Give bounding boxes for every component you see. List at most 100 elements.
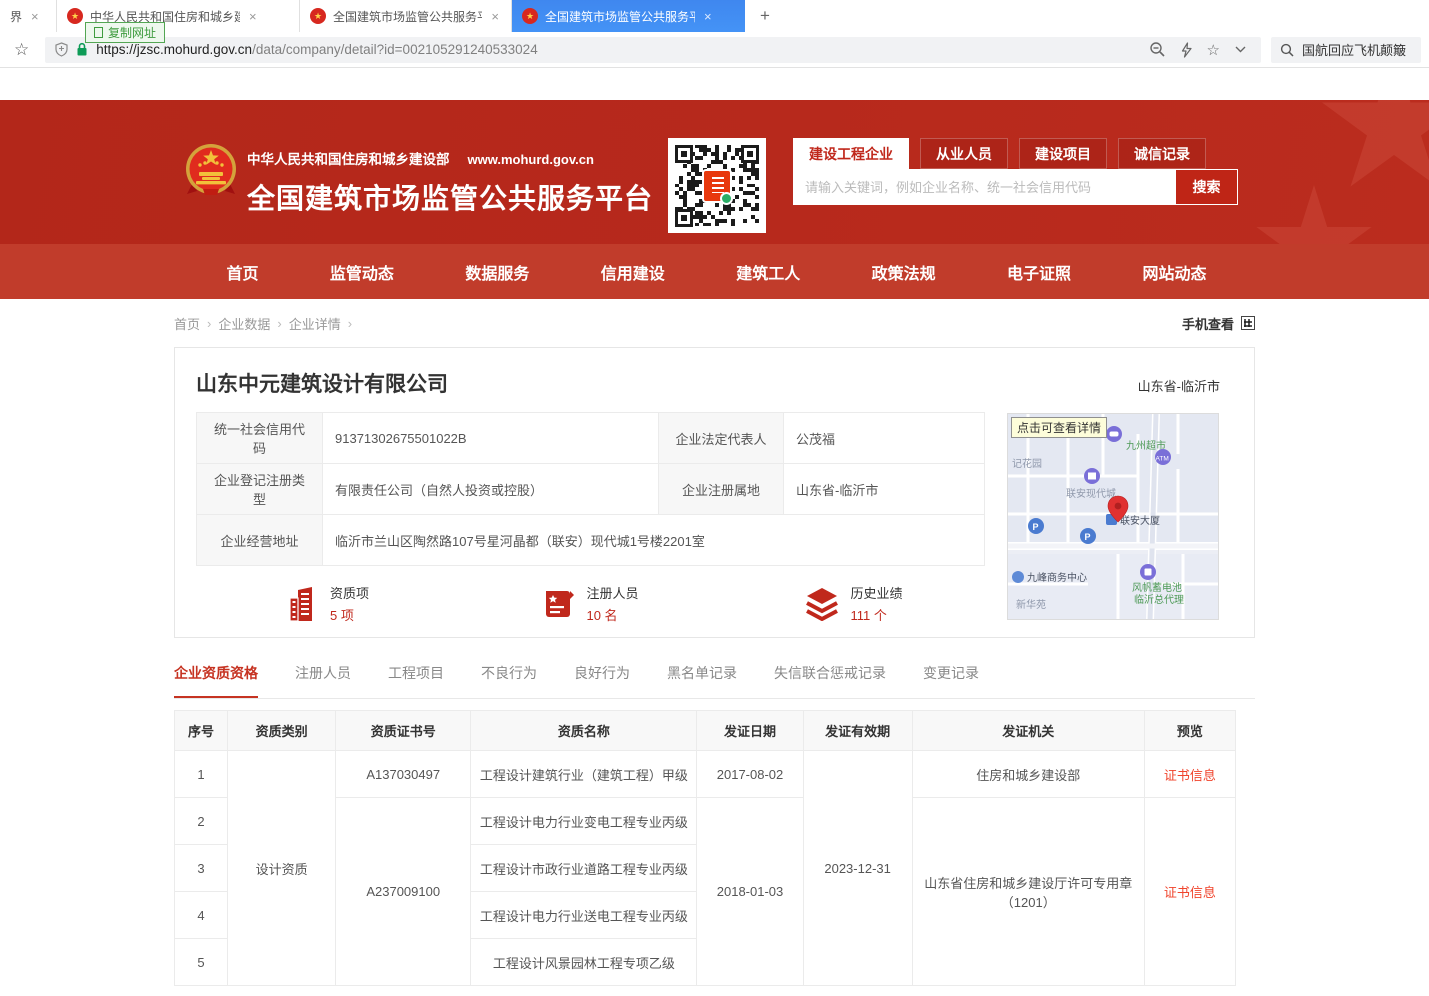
copy-icon bbox=[94, 27, 103, 38]
tab-registered-personnel[interactable]: 注册人员 bbox=[295, 663, 351, 698]
breadcrumb-separator: › bbox=[207, 316, 211, 331]
close-icon[interactable]: × bbox=[489, 9, 501, 24]
tab-bad-behavior[interactable]: 不良行为 bbox=[481, 663, 537, 698]
location-map[interactable]: 点击可查看详情 九州超市 ATM 记花园 bbox=[1007, 413, 1219, 620]
info-label: 企业法定代表人 bbox=[659, 413, 784, 464]
cell-category: 设计资质 bbox=[228, 751, 336, 986]
certificate-info-link[interactable]: 证书信息 bbox=[1144, 751, 1235, 798]
url-field[interactable]: https://jzsc.mohurd.gov.cn/data/company/… bbox=[45, 37, 1261, 63]
nav-data-service[interactable]: 数据服务 bbox=[465, 260, 529, 284]
stat-value: 10 名 bbox=[586, 605, 638, 624]
breadcrumb-enterprise-data[interactable]: 企业数据 bbox=[218, 314, 270, 333]
table-row: 1 设计资质 A137030497 工程设计建筑行业（建筑工程）甲级 2017-… bbox=[175, 751, 1236, 798]
address-bar-row: ☆ https://jzsc.mohurd.gov.cn/data/compan… bbox=[0, 32, 1429, 68]
col-header: 序号 bbox=[175, 711, 228, 751]
qr-green-badge bbox=[720, 192, 733, 205]
favorite-star-icon[interactable]: ☆ bbox=[1207, 41, 1220, 59]
map-tooltip: 点击可查看详情 bbox=[1011, 417, 1107, 438]
close-icon[interactable]: × bbox=[247, 9, 259, 24]
map-label: 风帆蓄电池 bbox=[1132, 581, 1182, 594]
flag-star-decoration bbox=[1319, 100, 1429, 200]
ministry-name: 中华人民共和国住房和城乡建设部 bbox=[247, 148, 450, 168]
info-label: 企业注册属地 bbox=[659, 464, 784, 515]
cell-seq: 1 bbox=[175, 751, 228, 798]
cell-seq: 2 bbox=[175, 798, 228, 845]
keyword-search-input[interactable] bbox=[793, 169, 1176, 205]
close-icon[interactable]: × bbox=[702, 9, 714, 24]
browser-chrome: 界 × ★ 中华人民共和国住房和城乡建设 × ★ 全国建筑市场监管公共服务平台 … bbox=[0, 0, 1429, 68]
stat-label: 历史业绩 bbox=[850, 583, 902, 602]
col-header: 发证机关 bbox=[912, 711, 1144, 751]
nav-home[interactable]: 首页 bbox=[227, 260, 259, 284]
tab-qualifications[interactable]: 企业资质资格 bbox=[174, 663, 258, 698]
quick-search-box[interactable]: 国航回应飞机颠簸 bbox=[1271, 37, 1421, 63]
nav-site-news[interactable]: 网站动态 bbox=[1142, 260, 1206, 284]
quick-search-text: 国航回应飞机颠簸 bbox=[1302, 40, 1406, 59]
cell-issue-date: 2017-08-02 bbox=[697, 751, 803, 798]
flag-star-decoration bbox=[1254, 185, 1374, 244]
cell-qual-name: 工程设计电力行业变电工程专业丙级 bbox=[471, 798, 697, 845]
company-info-table: 统一社会信用代码 91371302675501022B 企业法定代表人 公茂福 … bbox=[196, 412, 985, 566]
emblem-favicon: ★ bbox=[67, 8, 83, 24]
breadcrumb-separator: › bbox=[277, 316, 281, 331]
col-header: 资质名称 bbox=[471, 711, 697, 751]
bookmark-star-icon[interactable]: ☆ bbox=[8, 40, 35, 60]
info-label: 企业登记注册类型 bbox=[197, 464, 323, 515]
browser-tab-1[interactable]: 界 × bbox=[0, 0, 57, 32]
stat-value: 111 个 bbox=[850, 605, 902, 624]
search-tab-personnel[interactable]: 从业人员 bbox=[920, 138, 1008, 169]
certificate-info-link[interactable]: 证书信息 bbox=[1144, 798, 1235, 986]
map-label: 联安大厦 bbox=[1120, 514, 1160, 527]
browser-tab-3[interactable]: ★ 全国建筑市场监管公共服务平台 × bbox=[300, 0, 512, 32]
certificate-icon bbox=[542, 587, 576, 621]
stat-registered-personnel[interactable]: 注册人员 10 名 bbox=[459, 583, 722, 624]
search-tab-credit[interactable]: 诚信记录 bbox=[1118, 138, 1206, 169]
cell-seq: 3 bbox=[175, 845, 228, 892]
tab-dishonesty[interactable]: 失信联合惩戒记录 bbox=[774, 663, 886, 698]
tab-blacklist[interactable]: 黑名单记录 bbox=[667, 663, 737, 698]
cell-qual-name: 工程设计电力行业送电工程专业丙级 bbox=[471, 892, 697, 939]
nav-policy[interactable]: 政策法规 bbox=[872, 260, 936, 284]
new-tab-button[interactable]: + bbox=[745, 0, 785, 32]
info-label: 企业经营地址 bbox=[197, 515, 323, 566]
search-button[interactable]: 搜索 bbox=[1176, 169, 1238, 205]
tab-projects[interactable]: 工程项目 bbox=[388, 663, 444, 698]
search-tab-enterprise[interactable]: 建设工程企业 bbox=[793, 138, 909, 169]
tab-change-records[interactable]: 变更记录 bbox=[923, 663, 979, 698]
stat-qualifications[interactable]: 资质项 5 项 bbox=[196, 583, 459, 624]
emblem-favicon: ★ bbox=[310, 8, 326, 24]
cell-cert-no: A237009100 bbox=[336, 798, 471, 986]
qr-finder bbox=[675, 209, 693, 227]
header-search: 建设工程企业 从业人员 建设项目 诚信记录 搜索 bbox=[793, 138, 1238, 205]
info-value-reg-type: 有限责任公司（自然人投资或控股） bbox=[323, 464, 659, 515]
browser-tab-active[interactable]: ★ 全国建筑市场监管公共服务平台 × bbox=[512, 0, 745, 32]
ministry-url: www.mohurd.gov.cn bbox=[468, 152, 594, 167]
copy-tooltip-label: 复制网址 bbox=[108, 24, 156, 41]
layers-icon bbox=[804, 587, 840, 621]
close-icon[interactable]: × bbox=[29, 9, 41, 24]
info-value-address: 临沂市兰山区陶然路107号星河晶都（联安）现代城1号楼2201室 bbox=[323, 515, 985, 566]
url-path: /data/company/detail?id=0021052912405330… bbox=[252, 42, 538, 57]
nav-workers[interactable]: 建筑工人 bbox=[736, 260, 800, 284]
cell-issue-date: 2018-01-03 bbox=[697, 798, 803, 986]
lightning-icon[interactable] bbox=[1180, 42, 1193, 58]
stat-label: 资质项 bbox=[330, 583, 369, 602]
stat-history-performance[interactable]: 历史业绩 111 个 bbox=[722, 583, 985, 624]
mobile-view[interactable]: 手机查看 bbox=[1182, 314, 1255, 333]
nav-credit[interactable]: 信用建设 bbox=[601, 260, 665, 284]
nav-e-license[interactable]: 电子证照 bbox=[1007, 260, 1071, 284]
main-nav: 首页 监管动态 数据服务 信用建设 建筑工人 政策法规 电子证照 网站动态 bbox=[0, 244, 1429, 299]
parking-icon: P bbox=[1085, 532, 1091, 542]
breadcrumb-home[interactable]: 首页 bbox=[174, 314, 200, 333]
building-icon bbox=[286, 586, 320, 622]
cell-qual-name: 工程设计风景园林工程专项乙级 bbox=[471, 939, 697, 986]
nav-supervision[interactable]: 监管动态 bbox=[330, 260, 394, 284]
header-qr-code bbox=[668, 138, 766, 233]
chevron-down-icon[interactable] bbox=[1234, 45, 1247, 54]
url-text[interactable]: https://jzsc.mohurd.gov.cn/data/company/… bbox=[96, 42, 1140, 57]
breadcrumb-enterprise-detail[interactable]: 企业详情 bbox=[289, 314, 341, 333]
search-tab-project[interactable]: 建设项目 bbox=[1019, 138, 1107, 169]
tab-good-behavior[interactable]: 良好行为 bbox=[574, 663, 630, 698]
zoom-out-icon[interactable] bbox=[1149, 41, 1166, 58]
parking-icon: P bbox=[1033, 522, 1039, 532]
